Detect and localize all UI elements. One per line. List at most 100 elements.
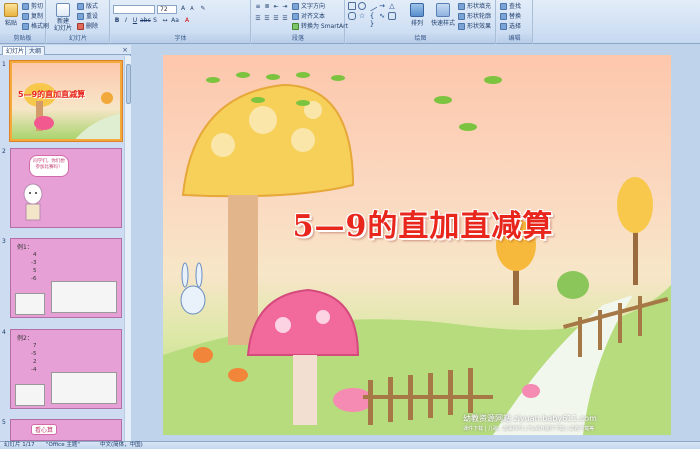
justify-button[interactable]: ☰	[281, 15, 289, 23]
font-group-label: 字体	[111, 34, 250, 43]
change-case-button[interactable]: Aa	[171, 17, 179, 25]
align-right-button[interactable]: ☰	[272, 15, 280, 23]
align-left-button[interactable]: ☰	[254, 15, 262, 23]
bold-button[interactable]: B	[113, 17, 121, 25]
triangle-shape-icon[interactable]: △	[388, 2, 396, 10]
editing-group: 查找 替换 选择 编辑	[497, 0, 533, 44]
theme-status: "Office 主题"	[46, 442, 80, 448]
scrollbar-thumb[interactable]	[126, 64, 131, 104]
watermark: 幼教资源网站 ziyuan.baby611.com	[463, 414, 597, 423]
tab-outline[interactable]: 大纲	[25, 46, 46, 55]
slide-number-2: 2	[2, 148, 6, 155]
slides-group: 新建 幻灯片 版式 重设 删除 幻灯片	[47, 0, 110, 44]
rectangle-shape-icon[interactable]	[348, 2, 356, 10]
font-group: 72 A A ✎ B I U abc S ↔ Aa A 字体	[111, 0, 251, 44]
slide-thumbnail-3[interactable]: 例1： 4 -3 5 -6	[10, 238, 122, 318]
rounded-rect-shape-icon[interactable]	[348, 12, 356, 20]
font-name-dropdown[interactable]	[113, 5, 155, 14]
thumb4-title: 例2：	[17, 335, 33, 342]
clear-format-button[interactable]: ✎	[199, 5, 207, 13]
copy-icon	[22, 13, 29, 20]
clipboard-group-label: 剪贴板	[0, 34, 45, 43]
quick-styles-icon	[436, 3, 450, 17]
language-status[interactable]: 中文(简体，中国)	[100, 442, 143, 449]
paint-bucket-icon	[458, 3, 465, 10]
smartart-button[interactable]: 转换为 SmartArt	[292, 22, 348, 31]
shape-effects-button[interactable]: 形状效果	[458, 22, 491, 31]
curve-shape-icon[interactable]: ∿	[378, 12, 386, 20]
paste-button[interactable]: 粘贴	[1, 3, 21, 27]
find-button[interactable]: 查找	[500, 2, 521, 11]
brace-shape-icon[interactable]: { }	[368, 12, 376, 28]
align-text-icon	[292, 13, 299, 20]
watermark-subtitle: 课件下载 | 儿歌、故事MP3 | FLASH课件下载 | 试卷下载等	[463, 426, 595, 432]
layout-button[interactable]: 版式	[77, 2, 98, 11]
ellipse-shape-icon[interactable]	[358, 2, 366, 10]
char-spacing-button[interactable]: ↔	[161, 17, 169, 25]
panel-tabs: 幻灯片 大纲 ×	[0, 45, 131, 55]
quick-styles-button[interactable]: 快速样式	[430, 3, 456, 27]
paragraph-group: ≡ ≣ ⇤ ⇥ ☰ ☰ ☰ ☰ 文字方向 对齐文本 转换为 SmartArt 段…	[252, 0, 348, 44]
thumb3-abacus	[51, 281, 117, 313]
reset-button[interactable]: 重设	[77, 12, 98, 21]
shapes-gallery[interactable]: → △ ☆ { } ∿	[348, 0, 402, 32]
editing-group-label: 编辑	[497, 34, 532, 43]
delete-icon	[77, 23, 84, 30]
select-button[interactable]: 选择	[500, 22, 521, 31]
strikethrough-button[interactable]: abc	[140, 17, 151, 25]
shape-fill-button[interactable]: 形状填充	[458, 2, 491, 11]
text-direction-button[interactable]: 文字方向	[292, 2, 325, 11]
italic-button[interactable]: I	[122, 17, 130, 25]
current-slide[interactable]: 5—9的直加直减算 幼教资源网站 ziyuan.baby611.com 课件下载…	[163, 55, 671, 435]
slide-canvas-area: 5—9的直加直减算 幼教资源网站 ziyuan.baby611.com 课件下载…	[132, 45, 700, 441]
format-painter-button[interactable]: 格式刷	[22, 22, 49, 31]
shrink-font-button[interactable]: A	[188, 5, 196, 13]
reset-icon	[77, 13, 84, 20]
ribbon: 粘贴 剪切 复制 格式刷 剪贴板 新建 幻灯片 版式 重设 删除 幻灯片 72 …	[0, 0, 700, 44]
close-icon[interactable]: ×	[122, 46, 128, 54]
thumb5-label: 看心算	[31, 424, 58, 435]
slides-panel-scrollbar[interactable]	[124, 56, 131, 441]
line-shape-icon[interactable]	[366, 0, 378, 12]
numbering-button[interactable]: ≣	[263, 3, 271, 11]
delete-slide-button[interactable]: 删除	[77, 22, 98, 31]
slide-thumbnail-1[interactable]: 5—9的直加直减算	[10, 61, 122, 141]
callout-shape-icon[interactable]	[388, 12, 396, 20]
drawing-group: → △ ☆ { } ∿ 排列 快速样式 形状填充 形状轮廓 形状效果 绘图	[346, 0, 496, 44]
arrange-button[interactable]: 排列	[406, 3, 428, 27]
pen-outline-icon	[458, 13, 465, 20]
slide-thumbnail-5[interactable]: 看心算	[10, 419, 122, 441]
thumb2-goat-art	[23, 183, 43, 221]
arrow-shape-icon[interactable]: →	[378, 2, 386, 10]
slide-count-status: 幻灯片 1/17	[4, 442, 35, 448]
new-slide-button[interactable]: 新建 幻灯片	[51, 3, 75, 32]
cursor-icon	[500, 23, 507, 30]
slide-number-3: 3	[2, 238, 6, 245]
drawing-group-label: 绘图	[346, 34, 495, 43]
slide-thumbnail-2[interactable]: 同学们，你们想参加比赛吗！	[10, 148, 122, 228]
cut-button[interactable]: 剪切	[22, 2, 43, 11]
bullets-button[interactable]: ≡	[254, 3, 262, 11]
clipboard-icon	[4, 3, 18, 17]
replace-button[interactable]: 替换	[500, 12, 521, 21]
arrange-icon	[410, 3, 424, 17]
font-size-dropdown[interactable]: 72	[157, 5, 177, 14]
increase-indent-button[interactable]: ⇥	[281, 3, 289, 11]
scissors-icon	[22, 3, 29, 10]
brush-icon	[22, 23, 29, 30]
slide-thumbnail-4[interactable]: 例2： 7 -5 2 -4	[10, 329, 122, 409]
thumb3-abacus-left	[15, 293, 45, 315]
shadow-button[interactable]: S	[151, 17, 159, 25]
star-shape-icon[interactable]: ☆	[358, 12, 366, 20]
font-color-button[interactable]: A	[183, 17, 191, 25]
underline-button[interactable]: U	[131, 17, 139, 25]
align-text-button[interactable]: 对齐文本	[292, 12, 325, 21]
copy-button[interactable]: 复制	[22, 12, 43, 21]
shape-outline-button[interactable]: 形状轮廓	[458, 12, 491, 21]
thumb1-title: 5—9的直加直减算	[18, 90, 86, 99]
decrease-indent-button[interactable]: ⇤	[272, 3, 280, 11]
align-center-button[interactable]: ☰	[263, 15, 271, 23]
thumb1-art	[24, 83, 120, 139]
grow-font-button[interactable]: A	[179, 5, 187, 13]
slide-title[interactable]: 5—9的直加直减算	[203, 201, 643, 245]
